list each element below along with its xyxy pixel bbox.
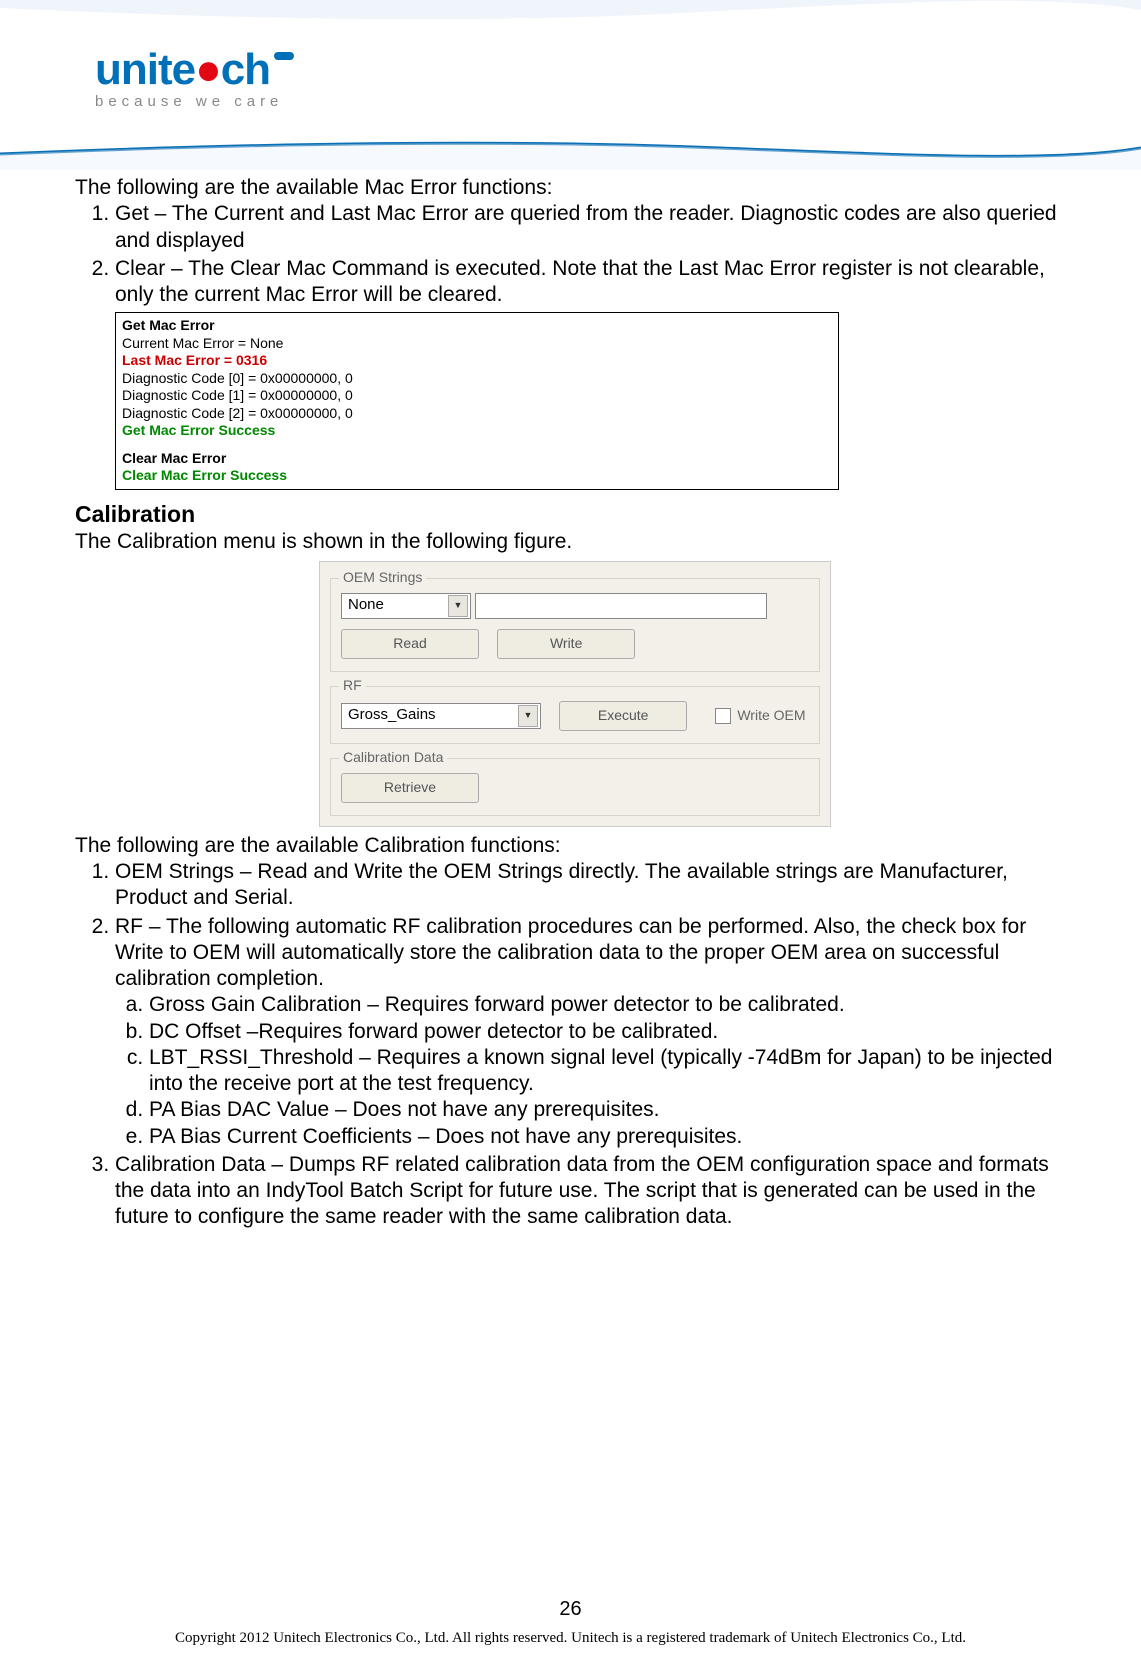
oem-select[interactable]: None ▼ <box>341 593 471 619</box>
list-item: Get – The Current and Last Mac Error are… <box>115 201 1075 254</box>
rf-select[interactable]: Gross_Gains ▼ <box>341 703 541 729</box>
code-line: Diagnostic Code [2] = 0x00000000, 0 <box>122 405 832 423</box>
logo-dot-icon <box>274 52 294 60</box>
rf-sublist: Gross Gain Calibration – Requires forwar… <box>115 992 1075 1150</box>
list-item: DC Offset –Requires forward power detect… <box>149 1019 1075 1045</box>
code-line-error: Last Mac Error = 0316 <box>122 352 832 370</box>
write-oem-label: Write OEM <box>737 707 805 723</box>
oem-select-value: None <box>348 596 384 615</box>
footer-copyright: Copyright 2012 Unitech Electronics Co., … <box>0 1630 1141 1647</box>
chevron-down-icon: ▼ <box>448 595 468 617</box>
code-line: Get Mac Error <box>122 317 832 335</box>
code-line: Diagnostic Code [0] = 0x00000000, 0 <box>122 370 832 388</box>
execute-button[interactable]: Execute <box>559 701 687 731</box>
write-button[interactable]: Write <box>497 629 635 659</box>
logo-tagline: because we care <box>95 93 294 110</box>
list-item: OEM Strings – Read and Write the OEM Str… <box>115 859 1075 912</box>
code-line: Diagnostic Code [1] = 0x00000000, 0 <box>122 387 832 405</box>
rf-group: RF Gross_Gains ▼ Execute Write OEM <box>330 686 820 744</box>
oem-value-input[interactable] <box>475 593 767 619</box>
read-button[interactable]: Read <box>341 629 479 659</box>
calibration-list: OEM Strings – Read and Write the OEM Str… <box>75 859 1075 1231</box>
logo-suffix: ch <box>221 45 270 94</box>
code-line-success: Clear Mac Error Success <box>122 467 832 485</box>
page-number: 26 <box>0 1598 1141 1621</box>
list-item: LBT_RSSI_Threshold – Requires a known si… <box>149 1045 1075 1098</box>
calibration-intro: The following are the available Calibrat… <box>75 833 1075 859</box>
write-oem-checkbox-wrap[interactable]: Write OEM <box>715 707 805 724</box>
code-line-success: Get Mac Error Success <box>122 422 832 440</box>
list-item-text: RF – The following automatic RF calibrat… <box>115 915 1026 991</box>
caldata-legend: Calibration Data <box>339 749 447 767</box>
intro-text: The following are the available Mac Erro… <box>75 175 1075 201</box>
rf-legend: RF <box>339 677 366 695</box>
list-item: Calibration Data – Dumps RF related cali… <box>115 1152 1075 1231</box>
list-item: PA Bias Current Coefficients – Does not … <box>149 1124 1075 1150</box>
logo-prefix: unite <box>95 45 195 94</box>
retrieve-button[interactable]: Retrieve <box>341 773 479 803</box>
calibration-text: The Calibration menu is shown in the fol… <box>75 529 1075 555</box>
mac-error-output-box: Get Mac Error Current Mac Error = None L… <box>115 312 839 490</box>
oem-legend: OEM Strings <box>339 569 426 587</box>
logo-o: ● <box>195 45 221 94</box>
checkbox-icon[interactable] <box>715 708 731 724</box>
calibration-ui-figure: OEM Strings None ▼ Read Write RF Gross_G… <box>319 561 831 827</box>
list-item: PA Bias DAC Value – Does not have any pr… <box>149 1097 1075 1123</box>
list-item: Gross Gain Calibration – Requires forwar… <box>149 992 1075 1018</box>
rf-select-value: Gross_Gains <box>348 706 436 725</box>
oem-strings-group: OEM Strings None ▼ Read Write <box>330 578 820 672</box>
calibration-heading: Calibration <box>75 500 1075 529</box>
brand-logo: unite●ch because we care <box>95 45 294 110</box>
mac-error-list: Get – The Current and Last Mac Error are… <box>75 201 1075 308</box>
code-line: Current Mac Error = None <box>122 335 832 353</box>
list-item: RF – The following automatic RF calibrat… <box>115 914 1075 1150</box>
code-line: Clear Mac Error <box>122 450 832 468</box>
page-content: The following are the available Mac Erro… <box>75 175 1075 1233</box>
list-item: Clear – The Clear Mac Command is execute… <box>115 256 1075 309</box>
chevron-down-icon: ▼ <box>518 705 538 727</box>
calibration-data-group: Calibration Data Retrieve <box>330 758 820 816</box>
